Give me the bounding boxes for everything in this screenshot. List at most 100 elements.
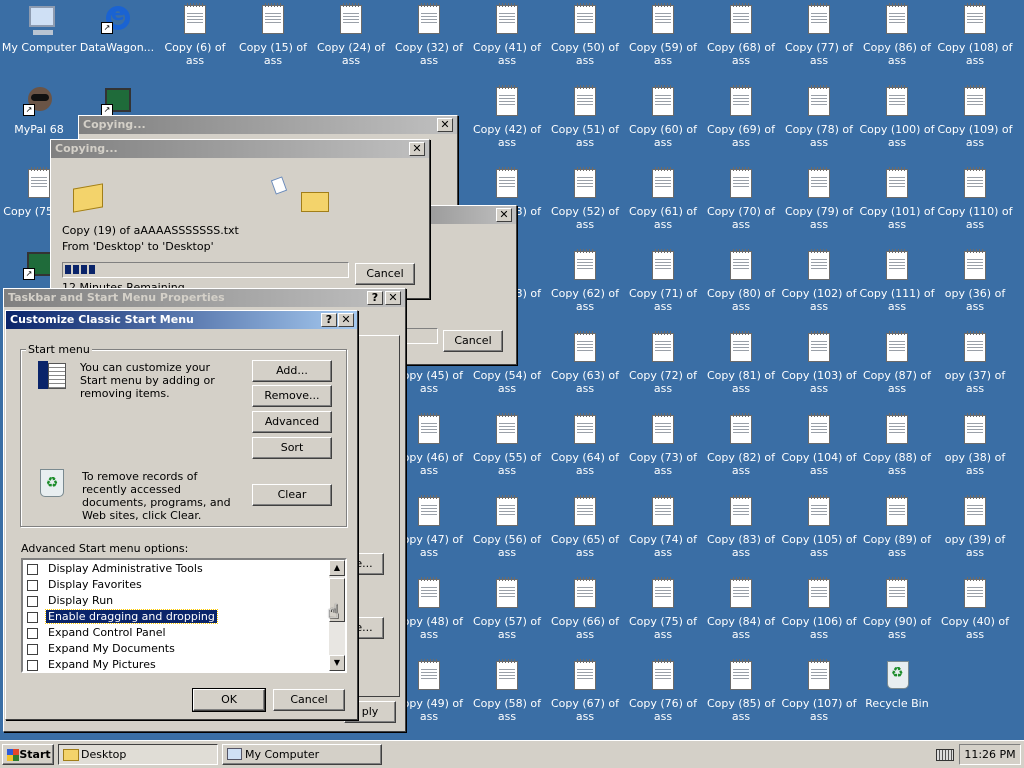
desktop-icon[interactable]: Copy (82) of ass: [702, 412, 780, 492]
copy-dialog-back-titlebar[interactable]: Copying... ✕: [79, 116, 457, 134]
sort-button[interactable]: Sort: [252, 437, 332, 459]
desktop-icon[interactable]: Copy (106) of ass: [780, 576, 858, 656]
desktop-icon[interactable]: opy (36) of ass: [936, 248, 1014, 328]
copy-cancel-button[interactable]: Cancel: [355, 263, 415, 285]
desktop-icon[interactable]: opy (38) of ass: [936, 412, 1014, 492]
desktop-icon[interactable]: Copy (76) of ass: [624, 658, 702, 738]
desktop-icon[interactable]: Copy (72) of ass: [624, 330, 702, 410]
option-checkbox[interactable]: [27, 627, 38, 639]
desktop-icon[interactable]: Copy (80) of ass: [702, 248, 780, 328]
desktop-icon[interactable]: Copy (60) of ass: [624, 84, 702, 164]
scroll-down-button[interactable]: ▼: [329, 655, 345, 671]
desktop-icon[interactable]: Copy (50) of ass: [546, 2, 624, 82]
desktop-icon[interactable]: Copy (57) of ass: [468, 576, 546, 656]
option-checkbox[interactable]: [27, 579, 38, 591]
desktop-icon[interactable]: Copy (41) of ass: [468, 2, 546, 82]
desktop-icon[interactable]: Copy (103) of ass: [780, 330, 858, 410]
desktop-icon[interactable]: Copy (90) of ass: [858, 576, 936, 656]
copy-dialog-third-close-button[interactable]: ✕: [496, 208, 512, 222]
desktop-icon[interactable]: Copy (89) of ass: [858, 494, 936, 574]
desktop-icon[interactable]: Copy (40) of ass: [936, 576, 1014, 656]
desktop-icon[interactable]: Copy (63) of ass: [546, 330, 624, 410]
option-row[interactable]: Display Administrative Tools: [27, 562, 205, 578]
desktop-icon[interactable]: Copy (77) of ass: [780, 2, 858, 82]
desktop-icon[interactable]: Copy (68) of ass: [702, 2, 780, 82]
option-checkbox[interactable]: [27, 659, 38, 671]
desktop-icon[interactable]: Copy (104) of ass: [780, 412, 858, 492]
ok-button[interactable]: OK: [192, 688, 266, 712]
desktop-icon[interactable]: Copy (64) of ass: [546, 412, 624, 492]
desktop-icon[interactable]: Copy (55) of ass: [468, 412, 546, 492]
desktop-icon[interactable]: Copy (32) of ass: [390, 2, 468, 82]
desktop-icon[interactable]: ↗ DataWagon...: [78, 2, 156, 82]
desktop-icon[interactable]: Copy (105) of ass: [780, 494, 858, 574]
option-row[interactable]: Display Favorites: [27, 578, 144, 594]
cancel-button[interactable]: Cancel: [273, 689, 345, 711]
clear-button[interactable]: Clear: [252, 484, 332, 506]
desktop-icon[interactable]: Copy (79) of ass: [780, 166, 858, 246]
desktop-icon[interactable]: My Computer: [0, 2, 78, 82]
option-row[interactable]: Expand My Documents: [27, 642, 177, 658]
desktop-icon[interactable]: Copy (51) of ass: [546, 84, 624, 164]
taskbar-button-my-computer[interactable]: My Computer: [222, 744, 382, 765]
desktop-icon[interactable]: Copy (85) of ass: [702, 658, 780, 738]
desktop-icon[interactable]: Copy (6) of ass: [156, 2, 234, 82]
desktop-icon[interactable]: Copy (71) of ass: [624, 248, 702, 328]
desktop-icon[interactable]: Copy (109) of ass: [936, 84, 1014, 164]
taskbar-properties-help-button[interactable]: ?: [367, 291, 383, 305]
taskbar-properties-titlebar[interactable]: Taskbar and Start Menu Properties ? ✕: [4, 289, 405, 307]
option-checkbox[interactable]: [27, 595, 38, 607]
option-row[interactable]: Enable dragging and dropping: [27, 609, 218, 626]
customize-help-button[interactable]: ?: [321, 313, 337, 327]
customize-close-button[interactable]: ✕: [338, 313, 354, 327]
copy-dialog-back-close-button[interactable]: ✕: [437, 118, 453, 132]
scroll-up-button[interactable]: ▲: [329, 560, 345, 576]
option-row[interactable]: Expand Control Panel: [27, 626, 168, 642]
desktop-icon[interactable]: Copy (83) of ass: [702, 494, 780, 574]
option-row[interactable]: Expand My Pictures: [27, 658, 158, 671]
desktop-icon[interactable]: Copy (58) of ass: [468, 658, 546, 738]
desktop-icon[interactable]: Copy (62) of ass: [546, 248, 624, 328]
desktop-icon[interactable]: Copy (56) of ass: [468, 494, 546, 574]
start-button[interactable]: Start: [2, 744, 54, 765]
desktop-icon[interactable]: Copy (15) of ass: [234, 2, 312, 82]
desktop-icon[interactable]: Copy (66) of ass: [546, 576, 624, 656]
desktop-icon[interactable]: Recycle Bin: [858, 658, 936, 738]
copy-dialog-titlebar[interactable]: Copying... ✕: [51, 140, 429, 158]
desktop-icon[interactable]: Copy (65) of ass: [546, 494, 624, 574]
tray-keyboard-icon[interactable]: [936, 749, 954, 761]
desktop-icon[interactable]: Copy (84) of ass: [702, 576, 780, 656]
desktop-icon[interactable]: Copy (67) of ass: [546, 658, 624, 738]
option-checkbox[interactable]: [27, 563, 38, 575]
desktop-icon[interactable]: Copy (61) of ass: [624, 166, 702, 246]
desktop-icon[interactable]: Copy (69) of ass: [702, 84, 780, 164]
desktop-icon[interactable]: Copy (101) of ass: [858, 166, 936, 246]
remove-button[interactable]: Remove...: [252, 385, 332, 407]
advanced-button[interactable]: Advanced: [252, 411, 332, 433]
customize-titlebar[interactable]: Customize Classic Start Menu ? ✕: [6, 311, 357, 329]
taskbar-properties-close-button[interactable]: ✕: [385, 291, 401, 305]
clock[interactable]: 11:26 PM: [960, 745, 1020, 764]
desktop-icon[interactable]: opy (39) of ass: [936, 494, 1014, 574]
desktop-icon[interactable]: Copy (88) of ass: [858, 412, 936, 492]
desktop-icon[interactable]: Copy (86) of ass: [858, 2, 936, 82]
desktop-icon[interactable]: Copy (100) of ass: [858, 84, 936, 164]
desktop-icon[interactable]: opy (37) of ass: [936, 330, 1014, 410]
taskbar-button-desktop[interactable]: Desktop: [58, 744, 218, 765]
desktop-icon[interactable]: Copy (42) of ass: [468, 84, 546, 164]
desktop-icon[interactable]: Copy (75) of ass: [624, 576, 702, 656]
desktop-icon[interactable]: Copy (59) of ass: [624, 2, 702, 82]
desktop-icon[interactable]: Copy (78) of ass: [780, 84, 858, 164]
desktop-icon[interactable]: Copy (70) of ass: [702, 166, 780, 246]
desktop-icon[interactable]: Copy (111) of ass: [858, 248, 936, 328]
desktop-icon[interactable]: Copy (81) of ass: [702, 330, 780, 410]
copy-dialog-close-button[interactable]: ✕: [409, 142, 425, 156]
desktop-icon[interactable]: Copy (108) of ass: [936, 2, 1014, 82]
desktop-icon[interactable]: Copy (107) of ass: [780, 658, 858, 738]
desktop-icon[interactable]: Copy (24) of ass: [312, 2, 390, 82]
desktop-icon[interactable]: Copy (73) of ass: [624, 412, 702, 492]
desktop-icon[interactable]: Copy (74) of ass: [624, 494, 702, 574]
option-checkbox[interactable]: [27, 611, 38, 623]
copy-dialog-third-cancel-button[interactable]: Cancel: [443, 330, 503, 352]
desktop-icon[interactable]: Copy (52) of ass: [546, 166, 624, 246]
